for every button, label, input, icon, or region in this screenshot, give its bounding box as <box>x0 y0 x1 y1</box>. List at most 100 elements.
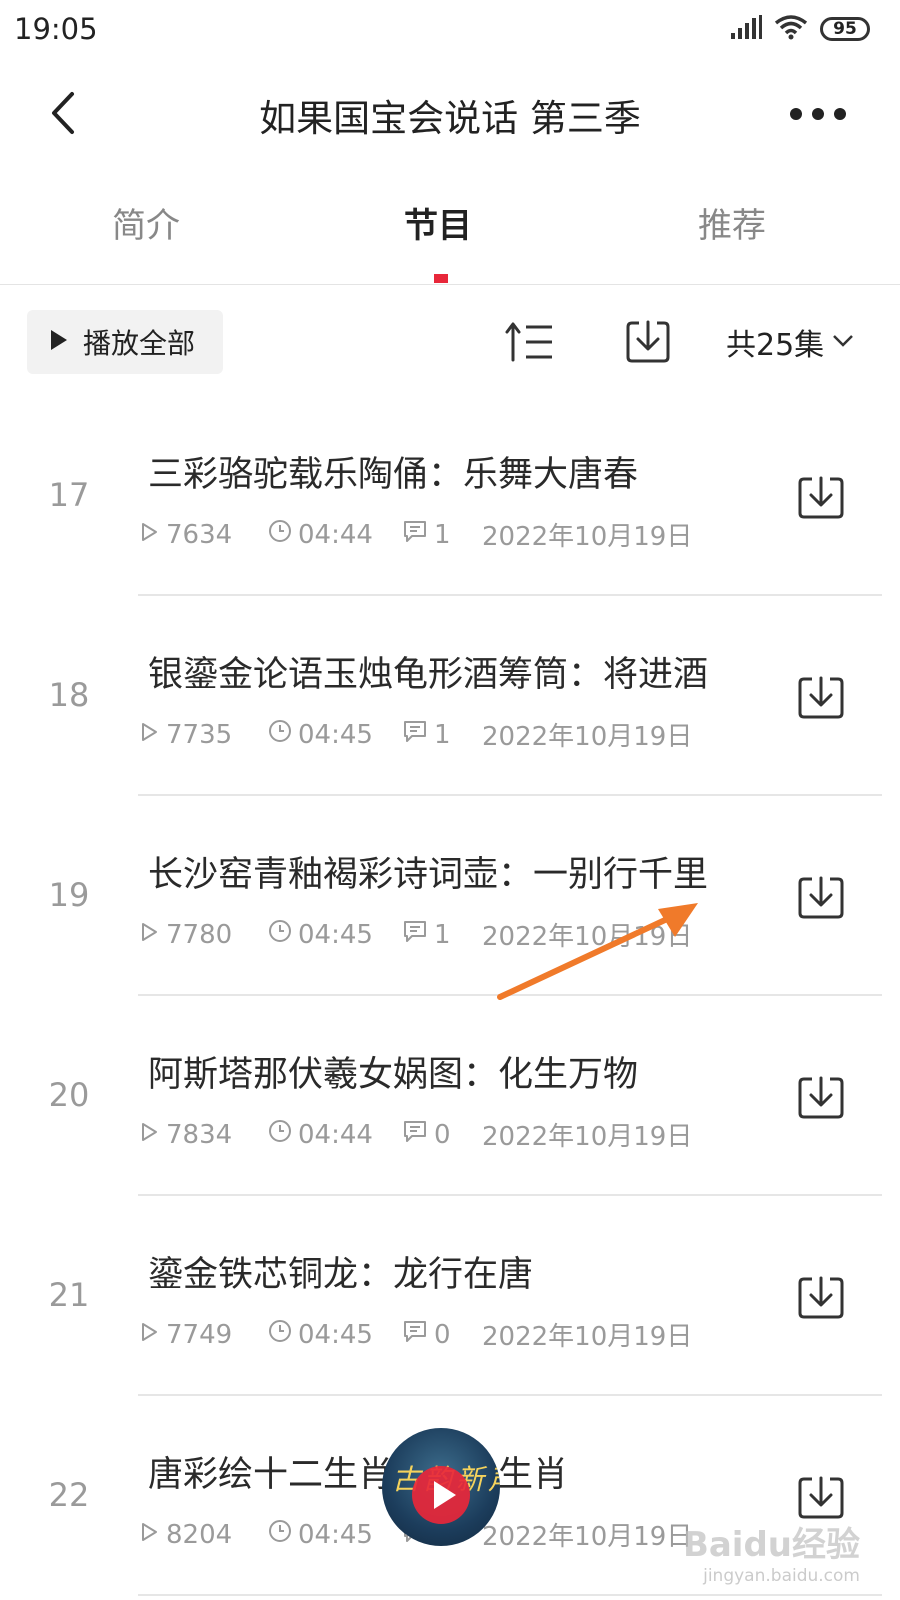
active-tab-indicator <box>434 274 448 283</box>
tab-recommend[interactable]: 推荐 <box>698 198 766 247</box>
comment-count: 1 <box>402 519 482 550</box>
mini-player[interactable]: 古韵新声 <box>382 1428 500 1546</box>
download-all-button[interactable] <box>624 318 672 366</box>
play-count-value: 8204 <box>166 1519 233 1550</box>
episode-title: 长沙窑青釉褐彩诗词壶：一别行千里 <box>148 855 709 895</box>
tab-bar: 简介 节目 推荐 <box>0 190 900 285</box>
sort-button[interactable] <box>504 320 556 364</box>
episode-row[interactable]: 17 三彩骆驼载乐陶俑：乐舞大唐春 7634 04:44 1 2022年10月19日 <box>0 396 900 596</box>
page-title: 如果国宝会说话 第三季 <box>259 97 641 140</box>
episode-meta: 7735 04:45 1 2022年10月19日 <box>138 716 692 753</box>
more-button[interactable] <box>786 94 850 134</box>
comment-count-value: 1 <box>434 519 451 550</box>
episode-number: 22 <box>48 1476 90 1514</box>
episode-row[interactable]: 19 长沙窑青釉褐彩诗词壶：一别行千里 7780 04:45 1 2022年10月19日 <box>0 796 900 996</box>
signal-icon <box>730 15 762 43</box>
episode-number: 17 <box>48 476 90 514</box>
play-count-value: 7634 <box>166 519 233 550</box>
status-bar: 19:05 95 <box>0 0 900 60</box>
play-count: 7834 <box>138 1120 268 1150</box>
battery-icon: 95 <box>820 17 870 41</box>
tabs-divider <box>0 284 900 285</box>
status-time: 19:05 <box>14 12 98 46</box>
clock-icon <box>268 1519 298 1550</box>
episode-download-button[interactable] <box>796 674 846 722</box>
play-icon <box>49 329 69 355</box>
publish-date: 2022年10月19日 <box>482 922 693 952</box>
episode-meta: 7634 04:44 1 2022年10月19日 <box>138 516 692 553</box>
clock-icon <box>268 519 298 550</box>
episode-title: 银鎏金论语玉烛龟形酒筹筒：将进酒 <box>148 655 709 695</box>
episode-row[interactable]: 20 阿斯塔那伏羲女娲图：化生万物 7834 04:44 0 2022年10月19日 <box>0 996 900 1196</box>
episode-number: 19 <box>48 876 90 914</box>
back-button[interactable] <box>40 88 90 138</box>
tab-episodes[interactable]: 节目 <box>404 198 472 247</box>
download-icon <box>796 676 846 726</box>
play-count: 7735 <box>138 720 268 750</box>
duration-value: 04:45 <box>298 919 373 950</box>
tab-intro[interactable]: 简介 <box>112 198 180 247</box>
clock-icon <box>268 919 298 950</box>
episode-title: 阿斯塔那伏羲女娲图：化生万物 <box>148 1055 639 1095</box>
episode-meta: 7834 04:44 0 2022年10月19日 <box>138 1116 692 1153</box>
download-icon <box>796 1276 846 1326</box>
duration-value: 04:45 <box>298 1519 373 1550</box>
play-count: 7634 <box>138 520 268 550</box>
episode-row[interactable]: 18 银鎏金论语玉烛龟形酒筹筒：将进酒 7735 04:45 1 2022年10月19日 <box>0 596 900 796</box>
play-all-button[interactable]: 播放全部 <box>27 310 223 374</box>
publish-date: 2022年10月19日 <box>482 722 693 752</box>
play-count-icon <box>138 720 166 750</box>
duration-value: 04:44 <box>298 519 373 550</box>
play-count-value: 7780 <box>166 919 233 950</box>
episode-title: 鎏金铁芯铜龙：龙行在唐 <box>148 1255 534 1295</box>
clock-icon <box>268 1119 298 1150</box>
episode-download-button[interactable] <box>796 1274 846 1322</box>
play-count: 8204 <box>138 1520 268 1550</box>
episode-number: 20 <box>48 1076 90 1114</box>
play-count-icon <box>138 920 166 950</box>
play-count-icon <box>138 1320 166 1350</box>
episode-meta: 7749 04:45 0 2022年10月19日 <box>138 1316 692 1353</box>
episode-count-label: 共25集 <box>726 328 825 363</box>
duration: 04:44 <box>268 519 402 550</box>
episode-title: 三彩骆驼载乐陶俑：乐舞大唐春 <box>148 455 639 495</box>
list-toolbar: 播放全部 共25集 <box>0 308 900 376</box>
play-count-value: 7735 <box>166 719 233 750</box>
publish-date: 2022年10月19日 <box>482 1522 693 1552</box>
comment-icon <box>402 719 434 750</box>
episode-download-button[interactable] <box>796 874 846 922</box>
duration: 04:45 <box>268 1519 402 1550</box>
comment-count-value: 1 <box>434 719 451 750</box>
play-count: 7780 <box>138 920 268 950</box>
episode-title: 唐彩绘十二生肖：十二生肖 <box>148 1455 569 1495</box>
download-icon <box>796 1076 846 1126</box>
episode-number: 18 <box>48 676 90 714</box>
episode-number: 21 <box>48 1276 90 1314</box>
clock-icon <box>268 719 298 750</box>
chevron-down-icon <box>832 333 854 352</box>
play-count-value: 7834 <box>166 1119 233 1150</box>
play-count-icon <box>138 1520 166 1550</box>
download-icon <box>796 876 846 926</box>
comment-count: 0 <box>402 1319 482 1350</box>
episode-download-button[interactable] <box>796 1474 846 1522</box>
comment-count-value: 1 <box>434 919 451 950</box>
row-divider <box>138 1594 882 1596</box>
play-all-label: 播放全部 <box>83 327 196 360</box>
download-icon <box>796 1476 846 1526</box>
download-icon <box>624 320 672 370</box>
wifi-icon <box>774 14 808 44</box>
episode-row[interactable]: 21 鎏金铁芯铜龙：龙行在唐 7749 04:45 0 2022年10月19日 <box>0 1196 900 1396</box>
clock-icon <box>268 1319 298 1350</box>
episode-range-dropdown[interactable]: 共25集 <box>726 320 854 364</box>
duration: 04:45 <box>268 719 402 750</box>
comment-icon <box>402 919 434 950</box>
episode-download-button[interactable] <box>796 474 846 522</box>
play-count-value: 7749 <box>166 1319 233 1350</box>
battery-level: 95 <box>833 19 857 39</box>
comment-count: 1 <box>402 719 482 750</box>
comment-icon <box>402 1119 434 1150</box>
duration-value: 04:45 <box>298 719 373 750</box>
episode-download-button[interactable] <box>796 1074 846 1122</box>
play-icon <box>410 1464 472 1526</box>
